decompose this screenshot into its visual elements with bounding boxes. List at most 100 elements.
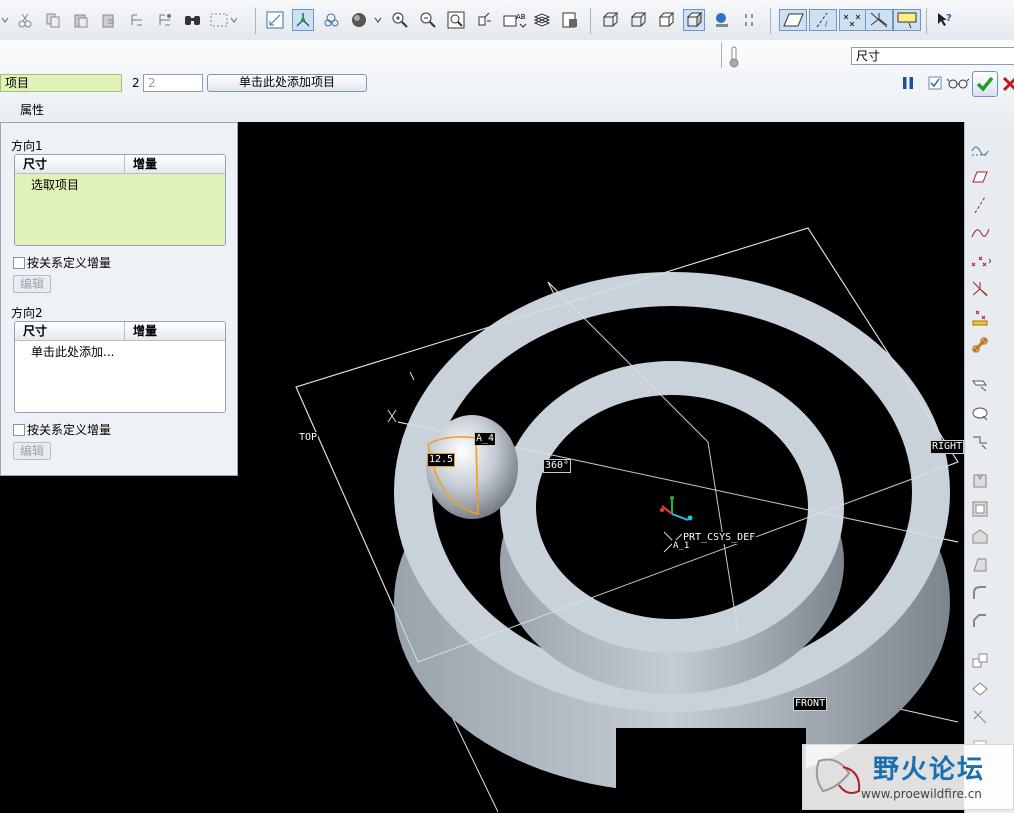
glasses-icon[interactable] bbox=[946, 73, 970, 93]
pattern-type-select[interactable]: 尺寸 bbox=[851, 47, 1014, 65]
zoom-in-icon[interactable] bbox=[389, 9, 411, 31]
direction2-table-body[interactable]: 单击此处添加... bbox=[15, 341, 225, 412]
regenerate-icon[interactable] bbox=[126, 9, 148, 31]
merge-icon[interactable] bbox=[969, 706, 991, 728]
datum-axis-tool-icon[interactable] bbox=[969, 194, 991, 216]
svg-text:/: / bbox=[825, 20, 828, 28]
direction2-edit-button[interactable]: 编辑 bbox=[13, 442, 51, 460]
thermometer-icon bbox=[728, 46, 740, 68]
plane-front-tag[interactable]: FRONT bbox=[793, 697, 828, 711]
round-icon[interactable] bbox=[969, 582, 991, 604]
sketch-icon[interactable] bbox=[264, 9, 286, 31]
direction1-relation-checkbox[interactable]: 按关系定义增量 bbox=[13, 254, 111, 271]
forum-watermark: 野火论坛 www.proewildfire.cn bbox=[802, 744, 1014, 810]
annotation-display-icon[interactable] bbox=[893, 9, 921, 31]
whats-this-icon[interactable]: ? bbox=[934, 9, 956, 31]
datum-plane-display-icon[interactable] bbox=[779, 9, 807, 31]
chain-link-icon[interactable] bbox=[969, 334, 991, 356]
layer-icon[interactable] bbox=[320, 9, 342, 31]
main-toolbar: AB / ? bbox=[0, 0, 1014, 41]
datum-axis-display-icon[interactable]: / bbox=[809, 9, 837, 31]
direction1-table-body[interactable]: 选取项目 bbox=[15, 174, 225, 245]
hole-icon[interactable] bbox=[969, 470, 991, 492]
scissors-icon[interactable] bbox=[14, 9, 36, 31]
analysis-feature-icon[interactable] bbox=[969, 306, 991, 328]
no-hidden-icon[interactable] bbox=[655, 9, 677, 31]
datum-plane-tool-icon[interactable] bbox=[969, 166, 991, 188]
sphere-feature[interactable] bbox=[426, 415, 518, 519]
sweep-icon[interactable] bbox=[969, 430, 991, 452]
regenerate-manager-icon[interactable] bbox=[154, 9, 176, 31]
feature-toolbar bbox=[964, 122, 1014, 813]
datum-curve-sketch-icon[interactable] bbox=[969, 138, 991, 160]
direction1-collector-text: 项目 bbox=[5, 76, 30, 90]
mirror-icon[interactable] bbox=[969, 650, 991, 672]
axis-a4-tag[interactable]: A_4 bbox=[474, 432, 497, 446]
shell-icon[interactable] bbox=[969, 498, 991, 520]
graphics-viewport[interactable]: TOP RIGHT FRONT A_4 12.5 360° PRT_CSYS_D… bbox=[238, 122, 965, 813]
saved-view-icon[interactable] bbox=[559, 9, 581, 31]
paste-icon[interactable] bbox=[70, 9, 92, 31]
datum-tags-icon[interactable] bbox=[739, 9, 761, 31]
preview-icon[interactable] bbox=[925, 73, 945, 93]
direction2-relation-checkbox[interactable]: 按关系定义增量 bbox=[13, 421, 111, 438]
datum-curve-tool-icon[interactable] bbox=[969, 222, 991, 244]
count-prefix: 2 bbox=[132, 76, 140, 90]
csys-tool-icon[interactable] bbox=[969, 278, 991, 300]
chamfer-icon[interactable] bbox=[969, 610, 991, 632]
zoom-out-icon[interactable] bbox=[417, 9, 439, 31]
extrude-icon[interactable] bbox=[969, 374, 991, 396]
cancel-icon[interactable] bbox=[1000, 73, 1014, 95]
direction2-count-input[interactable]: 2 bbox=[143, 74, 203, 92]
layer-stack-icon[interactable] bbox=[531, 9, 553, 31]
plane-top-tag[interactable]: TOP bbox=[298, 432, 319, 444]
watermark-brand: 野火论坛 bbox=[873, 755, 986, 785]
wireframe-icon[interactable] bbox=[599, 9, 621, 31]
toolbar-overflow-chevron-icon[interactable] bbox=[0, 9, 10, 31]
confirm-icon[interactable] bbox=[972, 71, 998, 97]
axis-marker bbox=[387, 371, 415, 423]
direction1-collector[interactable]: 项目 bbox=[0, 74, 122, 92]
direction1-edit-label: 编辑 bbox=[19, 277, 44, 291]
find-icon[interactable] bbox=[182, 9, 204, 31]
direction1-relation-checkbox-box[interactable] bbox=[13, 256, 25, 269]
shaded-icon[interactable] bbox=[683, 9, 705, 31]
paste-special-icon[interactable] bbox=[98, 9, 120, 31]
datum-point-display-icon[interactable] bbox=[839, 9, 867, 31]
copy-icon[interactable] bbox=[42, 9, 64, 31]
radius-dimension[interactable]: 12.5 bbox=[427, 453, 456, 467]
datum-point-tool-icon[interactable] bbox=[969, 250, 991, 272]
toolbar-separator bbox=[926, 8, 927, 34]
model-canvas[interactable] bbox=[238, 122, 964, 813]
direction1-table-header: 尺寸 增量 bbox=[15, 155, 225, 174]
direction2-table[interactable]: 尺寸 增量 单击此处添加... bbox=[14, 321, 226, 413]
csys-label[interactable]: PRT_CSYS_DEF bbox=[682, 532, 757, 544]
select-box-icon[interactable] bbox=[208, 9, 238, 31]
rib-icon[interactable] bbox=[969, 526, 991, 548]
inner-ring[interactable] bbox=[500, 361, 844, 694]
enhanced-realism-icon[interactable] bbox=[711, 9, 733, 31]
draft-icon[interactable] bbox=[969, 554, 991, 576]
tab-properties[interactable]: 属性 bbox=[12, 100, 52, 120]
direction1-label: 方向1 bbox=[11, 139, 43, 153]
spin-center-icon[interactable] bbox=[292, 9, 314, 31]
refit-icon[interactable] bbox=[445, 9, 467, 31]
pattern-dashboard: 尺寸 项目 2 2 单击此处添加项目 属性 bbox=[0, 40, 1014, 123]
tab-properties-label: 属性 bbox=[20, 103, 45, 117]
shading-icon[interactable] bbox=[348, 9, 384, 31]
direction2-relation-checkbox-box[interactable] bbox=[13, 423, 25, 436]
view-manager-icon[interactable] bbox=[473, 9, 495, 31]
pause-icon[interactable] bbox=[898, 73, 918, 93]
toolbar-separator bbox=[770, 8, 771, 34]
datum-display-icon[interactable]: AB bbox=[501, 9, 531, 31]
revolve-icon[interactable] bbox=[969, 402, 991, 424]
csys-display-icon[interactable] bbox=[865, 9, 893, 31]
plane-right-tag[interactable]: RIGHT bbox=[930, 440, 965, 454]
direction1-table[interactable]: 尺寸 增量 选取项目 bbox=[14, 154, 226, 246]
axis-a1-tag[interactable]: A_1 bbox=[672, 540, 691, 552]
angle-dimension[interactable]: 360° bbox=[543, 459, 572, 473]
add-item-button[interactable]: 单击此处添加项目 bbox=[207, 74, 367, 92]
hidden-line-icon[interactable] bbox=[627, 9, 649, 31]
direction1-edit-button[interactable]: 编辑 bbox=[13, 275, 51, 293]
pattern-icon[interactable] bbox=[969, 678, 991, 700]
